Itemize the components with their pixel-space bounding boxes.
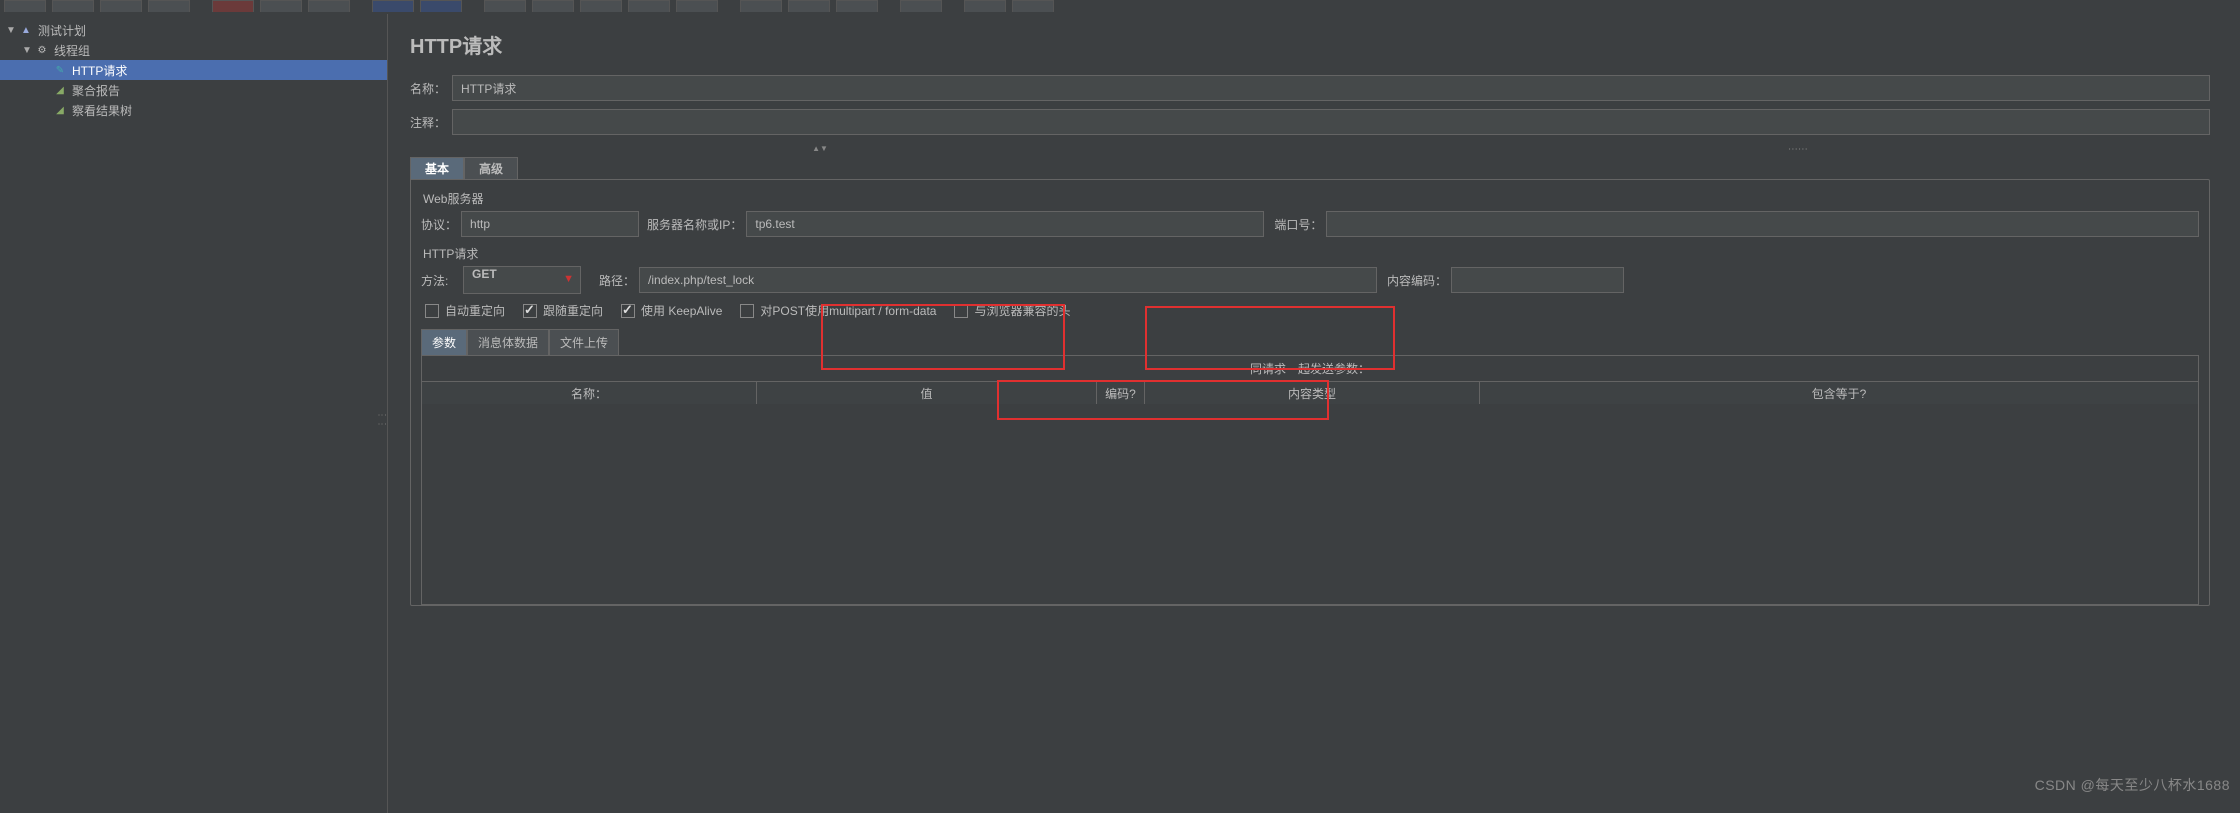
params-table: 同请求一起发送参数： 名称： 值 编码? 内容类型 包含等于? [421, 355, 2199, 605]
method-select[interactable]: GET ▼ [463, 266, 581, 294]
tool-btn[interactable] [964, 0, 1006, 12]
tool-btn[interactable] [260, 0, 302, 12]
port-label: 端口号： [1274, 216, 1322, 233]
checkbox-icon [425, 304, 439, 318]
page-title: HTTP请求 [410, 30, 2210, 59]
tool-btn[interactable] [628, 0, 670, 12]
server-label: 服务器名称或IP： [647, 216, 742, 233]
tab-bar: 基本 高级 [410, 157, 2210, 179]
gear-icon: ⚙ [34, 42, 50, 58]
chart-icon: ◢ [52, 102, 68, 118]
tool-btn[interactable] [740, 0, 782, 12]
col-include[interactable]: 包含等于? [1480, 382, 2198, 404]
name-label: 名称： [410, 80, 452, 97]
checkbox-icon [621, 304, 635, 318]
port-input[interactable] [1326, 211, 2199, 237]
path-input[interactable] [639, 267, 1377, 293]
params-title: 同请求一起发送参数： [422, 356, 2198, 382]
caret-down-icon: ▼ [563, 273, 574, 285]
checkbox-icon [740, 304, 754, 318]
tool-btn[interactable] [580, 0, 622, 12]
chk-keepalive[interactable]: 使用 KeepAlive [621, 302, 722, 319]
chevron-down-icon[interactable]: ▼ [22, 45, 34, 56]
col-encode[interactable]: 编码? [1097, 382, 1145, 404]
server-input[interactable] [746, 211, 1264, 237]
tree-label: 察看结果树 [72, 102, 132, 119]
comment-label: 注释： [410, 114, 452, 131]
tool-btn[interactable] [788, 0, 830, 12]
tool-btn[interactable] [900, 0, 942, 12]
group-httpreq: HTTP请求 [423, 245, 2199, 262]
resize-grip[interactable]: ▲▼ [410, 143, 2210, 153]
tree-item-http[interactable]: ✎ HTTP请求 [0, 60, 387, 80]
tool-btn[interactable] [1012, 0, 1054, 12]
path-label: 路径： [599, 272, 635, 289]
encoding-input[interactable] [1451, 267, 1624, 293]
editor-panel: HTTP请求 名称： 注释： ▲▼ 基本 高级 Web服务器 协议： 服务器名称… [388, 14, 2240, 813]
tool-btn[interactable] [308, 0, 350, 12]
tool-btn[interactable] [484, 0, 526, 12]
tree-label: 线程组 [54, 42, 90, 59]
tree-label: 测试计划 [38, 22, 86, 39]
tool-btn[interactable] [148, 0, 190, 12]
toolbar [0, 0, 2240, 14]
tree-label: HTTP请求 [72, 62, 127, 79]
checkbox-icon [954, 304, 968, 318]
col-type[interactable]: 内容类型 [1145, 382, 1480, 404]
tree-item-results[interactable]: ◢ 察看结果树 [0, 100, 387, 120]
tree-item-aggregate[interactable]: ◢ 聚合报告 [0, 80, 387, 100]
subtab-upload[interactable]: 文件上传 [549, 329, 619, 355]
chk-browser-header[interactable]: 与浏览器兼容的头 [954, 302, 1070, 319]
col-value[interactable]: 值 [757, 382, 1097, 404]
chk-auto-redirect[interactable]: 自动重定向 [425, 302, 505, 319]
chk-follow-redirect[interactable]: 跟随重定向 [523, 302, 603, 319]
tree-label: 聚合报告 [72, 82, 120, 99]
tool-btn[interactable] [836, 0, 878, 12]
tool-btn[interactable] [532, 0, 574, 12]
tab-advanced[interactable]: 高级 [464, 157, 518, 179]
comment-input[interactable] [452, 109, 2210, 135]
protocol-label: 协议： [421, 216, 457, 233]
tool-btn[interactable] [372, 0, 414, 12]
subtab-body[interactable]: 消息体数据 [467, 329, 549, 355]
method-label: 方法: [421, 272, 459, 289]
params-body[interactable] [422, 404, 2198, 604]
tree-panel: ▼ ▲ 测试计划 ▼ ⚙ 线程组 ✎ HTTP请求 ◢ 聚合报告 ◢ [0, 14, 388, 813]
tree-item-plan[interactable]: ▼ ▲ 测试计划 [0, 20, 387, 40]
splitter-handle[interactable]: ⋮⋮ [377, 410, 388, 428]
tool-btn[interactable] [52, 0, 94, 12]
chk-multipart[interactable]: 对POST使用multipart / form-data [740, 302, 936, 319]
subtab-params[interactable]: 参数 [421, 329, 467, 355]
chart-icon: ◢ [52, 82, 68, 98]
tool-btn[interactable] [676, 0, 718, 12]
checkbox-icon [523, 304, 537, 318]
encoding-label: 内容编码： [1387, 272, 1447, 289]
method-value: GET [472, 267, 497, 281]
watermark: CSDN @每天至少八杯水1688 [2035, 775, 2230, 795]
protocol-input[interactable] [461, 211, 639, 237]
tool-btn[interactable] [4, 0, 46, 12]
beaker-icon: ▲ [18, 22, 34, 38]
col-name[interactable]: 名称： [422, 382, 757, 404]
tool-btn[interactable] [420, 0, 462, 12]
group-webserver: Web服务器 [423, 190, 2199, 207]
name-input[interactable] [452, 75, 2210, 101]
tree-item-threadgroup[interactable]: ▼ ⚙ 线程组 [0, 40, 387, 60]
tab-basic[interactable]: 基本 [410, 157, 464, 179]
tool-btn[interactable] [212, 0, 254, 12]
tool-btn[interactable] [100, 0, 142, 12]
chevron-down-icon[interactable]: ▼ [6, 25, 18, 36]
pipette-icon: ✎ [52, 62, 68, 78]
